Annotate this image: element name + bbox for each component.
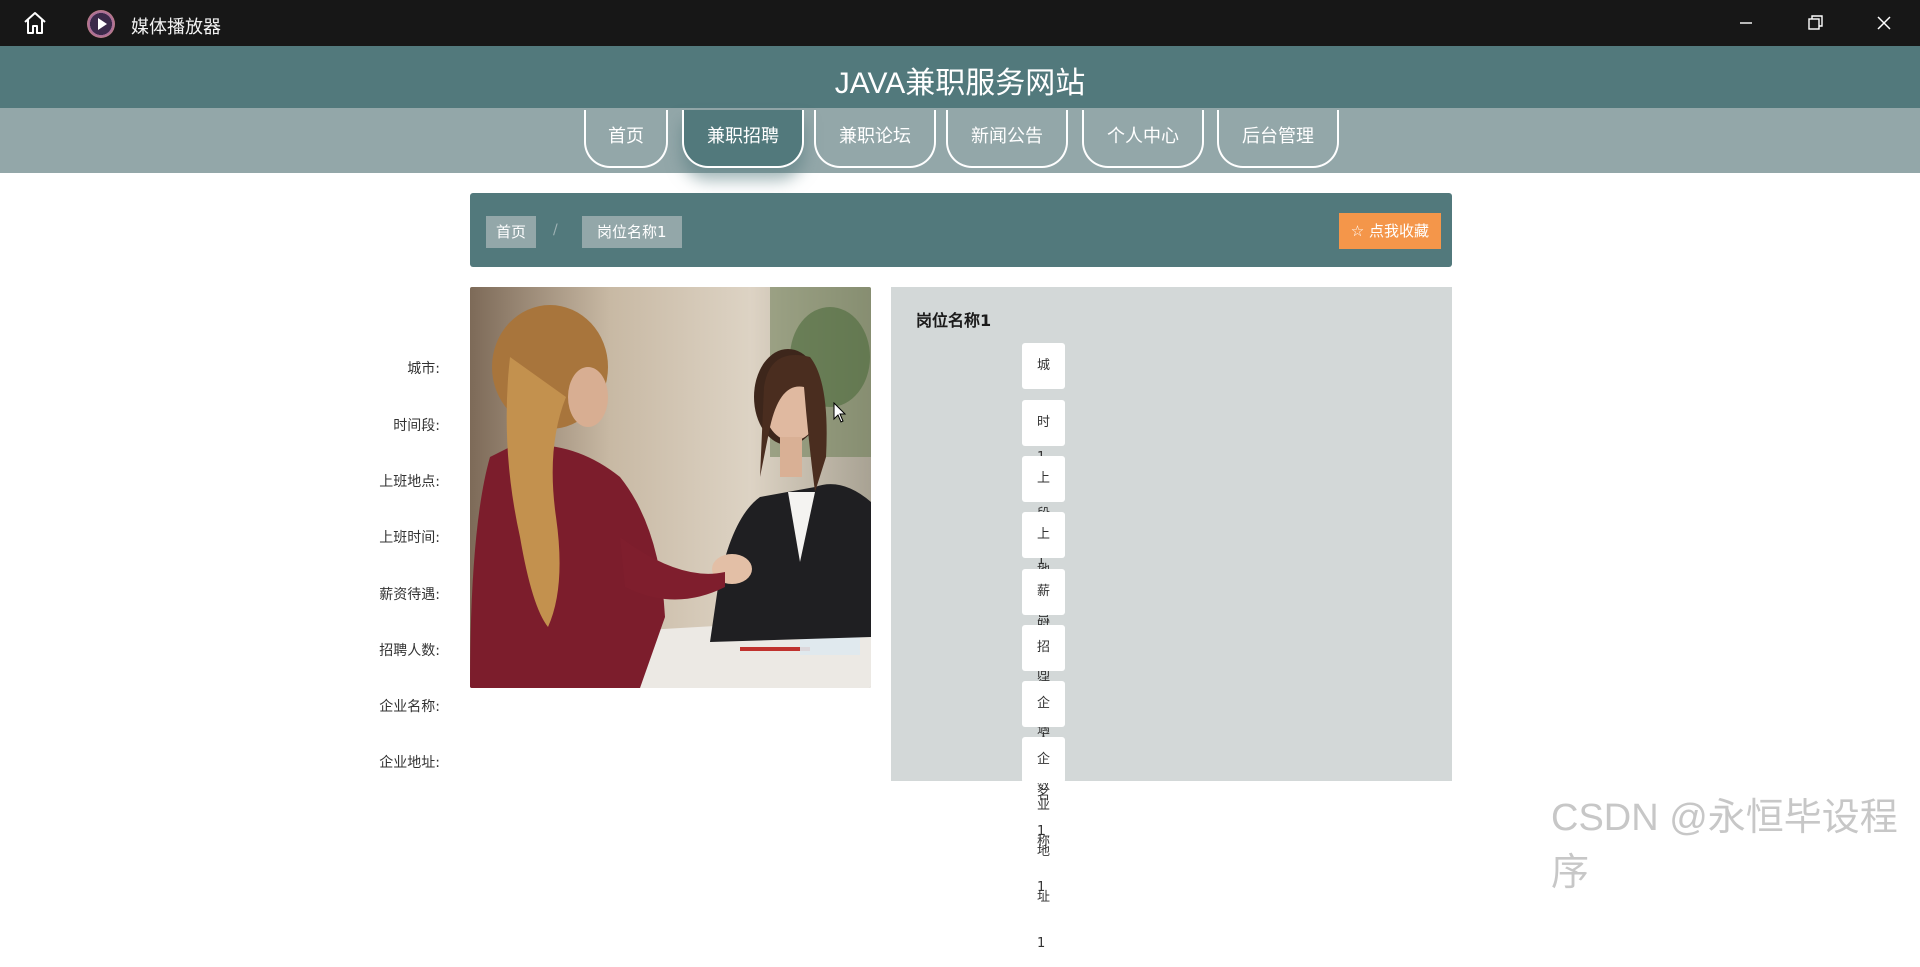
field-value: 上班地点1	[1022, 456, 1066, 670]
main-nav: 首页 兼职招聘 兼职论坛 新闻公告 个人中心 后台管理	[0, 108, 1920, 173]
window-title-bar: 媒体播放器	[0, 0, 1920, 46]
breadcrumb-home[interactable]: 首页	[486, 216, 537, 248]
nav-item-jobs[interactable]: 兼职招聘	[682, 110, 804, 168]
breadcrumb: 首页 / 岗位名称1 ☆ 点我收藏	[470, 193, 1452, 267]
job-detail-panel: 岗位名称1 城市: 城市1 时间段: 时间段1 上班地点: 上班地点1 上班时间…	[379, 287, 1452, 951]
field-value: 城市1	[1022, 343, 1066, 465]
job-photo	[470, 287, 871, 688]
minimize-icon[interactable]	[1731, 10, 1761, 36]
field-value: 薪资待遇1	[1022, 569, 1066, 783]
field-label: 城市:	[407, 361, 440, 377]
nav-item-news[interactable]: 新闻公告	[946, 110, 1068, 168]
field-label: 时间段:	[393, 418, 440, 434]
breadcrumb-separator: /	[553, 222, 558, 238]
field-value: 上班时间1	[1022, 512, 1066, 726]
field-label: 薪资待遇:	[379, 587, 440, 603]
job-title: 岗位名称1	[916, 311, 992, 330]
field-label: 上班地点:	[379, 474, 440, 490]
media-player-logo	[87, 10, 115, 38]
close-icon[interactable]	[1869, 10, 1899, 36]
mouse-cursor-icon	[833, 402, 847, 423]
field-value: 企业地址1	[1022, 737, 1066, 951]
field-value: 企业名称1	[1022, 681, 1066, 895]
restore-icon[interactable]	[1800, 10, 1830, 36]
home-icon[interactable]	[22, 11, 48, 35]
nav-item-profile[interactable]: 个人中心	[1082, 110, 1204, 168]
favorite-button[interactable]: ☆ 点我收藏	[1338, 213, 1441, 249]
field-value: 时间段1	[1022, 400, 1066, 568]
nav-item-home[interactable]: 首页	[584, 110, 668, 168]
field-label: 招聘人数:	[379, 643, 440, 659]
nav-item-forum[interactable]: 兼职论坛	[814, 110, 936, 168]
nav-item-admin[interactable]: 后台管理	[1217, 110, 1339, 168]
field-label: 企业地址:	[379, 755, 440, 771]
site-header: JAVA兼职服务网站	[0, 46, 1920, 108]
field-label: 企业名称:	[379, 699, 440, 715]
site-title: JAVA兼职服务网站	[834, 67, 1086, 100]
field-value: 招聘人数1	[1022, 625, 1066, 839]
window-title: 媒体播放器	[131, 17, 221, 38]
breadcrumb-current: 岗位名称1	[582, 216, 682, 248]
field-label: 上班时间:	[379, 530, 440, 546]
watermark: CSDN @永恒毕设程序	[1551, 797, 1898, 894]
